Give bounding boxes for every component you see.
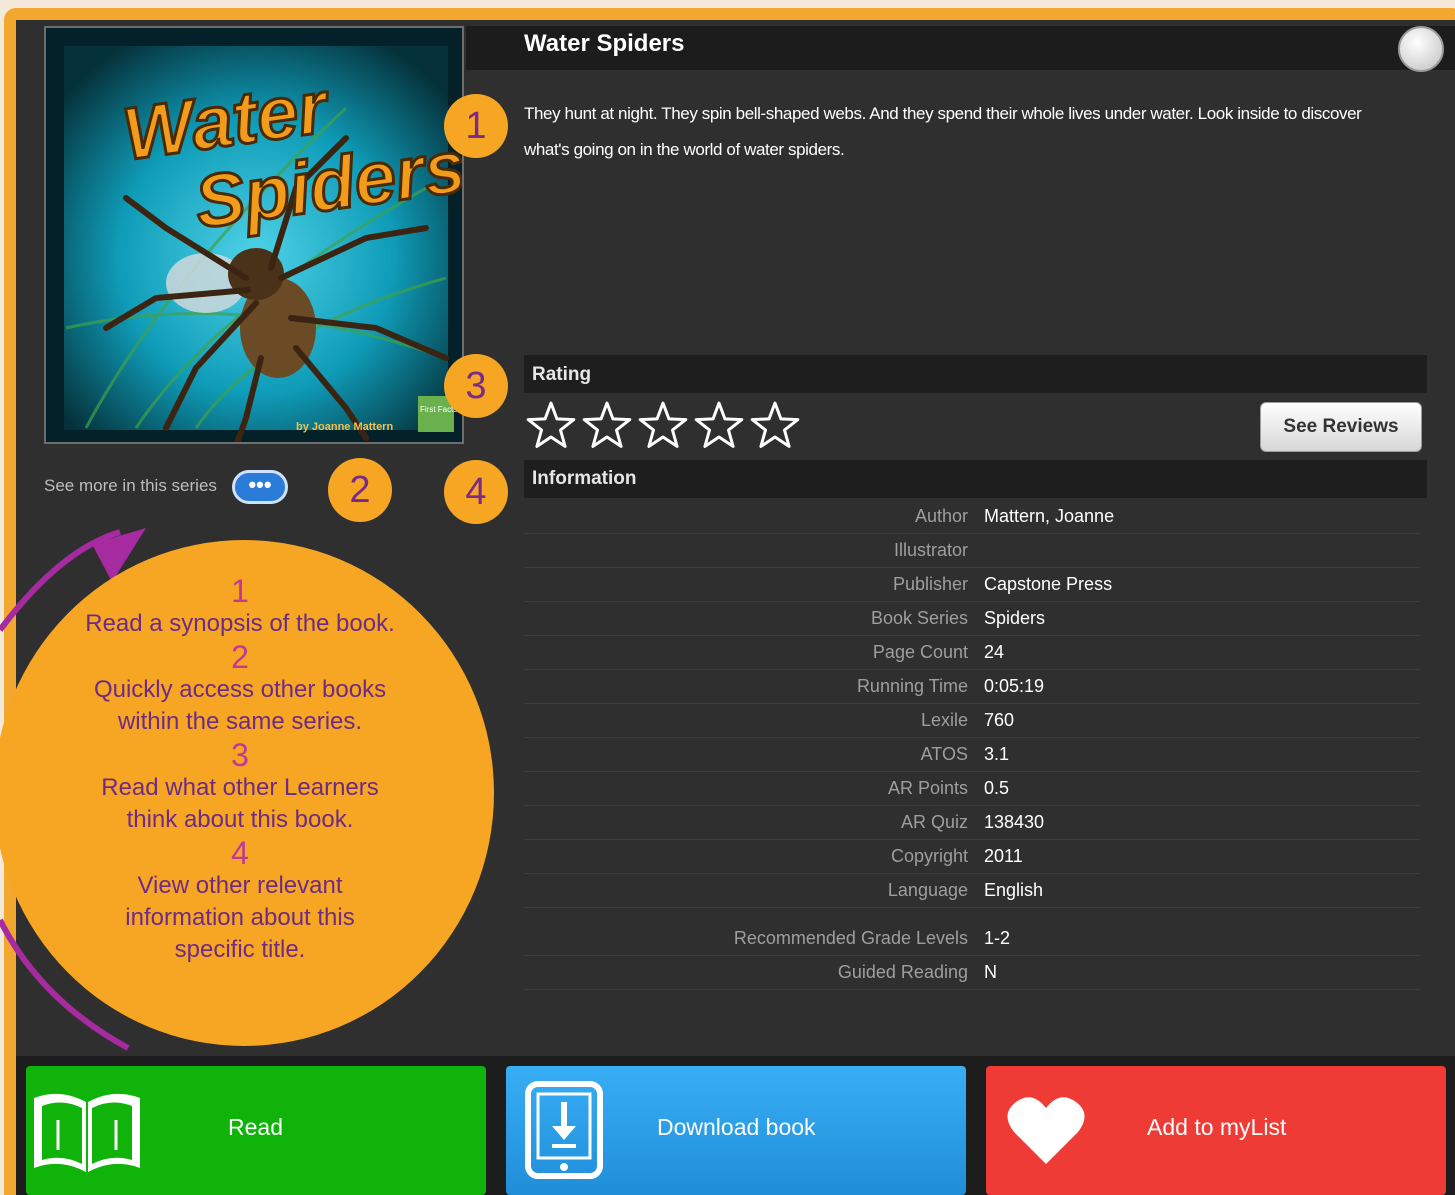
synopsis: They hunt at night. They spin bell-shape… — [524, 104, 1362, 159]
info-value: 138430 — [984, 812, 1045, 832]
book-icon — [34, 1093, 140, 1172]
info-value: English — [984, 880, 1044, 900]
close-button[interactable] — [1398, 26, 1444, 72]
info-label: Illustrator — [893, 540, 968, 560]
callout-number: 1 — [231, 573, 249, 609]
callout-line: Read a synopsis of the book. — [85, 610, 395, 637]
info-row: Lexile 760 — [524, 704, 1420, 738]
callout-line: Quickly access other books — [93, 676, 387, 703]
info-row: Language English — [524, 874, 1420, 908]
info-value: 760 — [984, 710, 1015, 730]
rating-header-bar — [524, 355, 1427, 393]
book-detail-screen: Water Spiders They hunt at night. They s… — [0, 0, 1455, 1195]
info-value: Capstone Press — [984, 574, 1113, 594]
see-series-button[interactable]: ••• — [232, 470, 288, 504]
callout-badge-2: 2 — [328, 458, 392, 522]
info-label: Publisher — [892, 574, 968, 594]
star-icon[interactable] — [582, 401, 632, 448]
download-book-label: Download book — [657, 1114, 816, 1140]
callout-number: 4 — [231, 835, 249, 871]
info-row: Page Count 24 — [524, 636, 1420, 670]
callout-line: Read what other Learners — [101, 774, 379, 801]
cover-byline: by Joanne Mattern — [296, 421, 393, 433]
info-row: AR Quiz 138430 — [524, 806, 1420, 840]
info-label: Author — [914, 506, 968, 526]
callout-badge-4: 4 — [444, 460, 508, 524]
info-label: Lexile — [920, 710, 968, 730]
read-label: Read — [228, 1114, 283, 1140]
information-header-bar — [524, 460, 1427, 498]
callout-line: think about this book. — [126, 806, 354, 833]
info-value: Spiders — [984, 608, 1046, 628]
info-row: Guided Reading N — [524, 956, 1420, 990]
info-label: AR Quiz — [900, 812, 968, 832]
info-label: Page Count — [872, 642, 968, 662]
cover-image: Water Spiders by Joanne Mattern First Fa… — [46, 28, 462, 442]
info-value: Mattern, Joanne — [984, 506, 1115, 526]
info-value: 0.5 — [984, 778, 1010, 798]
info-label: Recommended Grade Levels — [733, 928, 968, 948]
info-label: Running Time — [856, 676, 968, 696]
rating-stars[interactable] — [526, 400, 806, 457]
info-label: Guided Reading — [837, 962, 968, 982]
callout-line: View other relevant — [137, 872, 343, 899]
see-reviews-button[interactable]: See Reviews — [1260, 402, 1422, 452]
book-cover[interactable]: Water Spiders by Joanne Mattern First Fa… — [44, 26, 464, 444]
info-value: 1-2 — [984, 928, 1011, 948]
info-value: N — [984, 962, 997, 982]
heart-icon — [1007, 1097, 1085, 1164]
star-icon[interactable] — [526, 401, 576, 448]
callout-line: specific title. — [174, 936, 306, 963]
download-tablet-icon — [525, 1081, 603, 1179]
callout-badge-1: 1 — [444, 94, 508, 158]
add-to-mylist-label: Add to myList — [1147, 1114, 1287, 1140]
callout-line: within the same series. — [117, 708, 363, 735]
callout-number: 2 — [231, 639, 249, 675]
info-row: Running Time 0:05:19 — [524, 670, 1420, 704]
info-label: Language — [887, 880, 968, 900]
info-row: Recommended Grade Levels 1-2 — [524, 922, 1420, 956]
info-label: Copyright — [890, 846, 968, 866]
info-row: AR Points 0.5 — [524, 772, 1420, 806]
info-label: Book Series — [870, 608, 968, 628]
star-icon[interactable] — [750, 401, 800, 448]
star-icon[interactable] — [638, 401, 688, 448]
info-row: Author Mattern, Joanne — [524, 500, 1420, 534]
info-value: 3.1 — [984, 744, 1010, 764]
info-row: Copyright 2011 — [524, 840, 1420, 874]
info-label: AR Points — [887, 778, 968, 798]
series-label: See more in this series — [44, 476, 217, 495]
info-value: 0:05:19 — [984, 676, 1045, 696]
callout-line: information about this — [125, 904, 355, 931]
callout-number: 3 — [231, 737, 249, 773]
book-title: Water Spiders — [524, 30, 685, 57]
star-icon[interactable] — [694, 401, 744, 448]
info-row: Illustrator — [524, 534, 1420, 568]
info-row: ATOS 3.1 — [524, 738, 1420, 772]
info-row: Book Series Spiders — [524, 602, 1420, 636]
info-value: 24 — [984, 642, 1005, 662]
rating-header: Rating — [532, 364, 592, 385]
info-row: Publisher Capstone Press — [524, 568, 1420, 602]
info-value: 2011 — [984, 846, 1023, 866]
callout-badge-3: 3 — [444, 354, 508, 418]
information-header: Information — [532, 468, 637, 489]
callout-text: 1 Read a synopsis of the book. 2 Quickly ac… — [0, 574, 486, 966]
info-label: ATOS — [920, 744, 968, 764]
